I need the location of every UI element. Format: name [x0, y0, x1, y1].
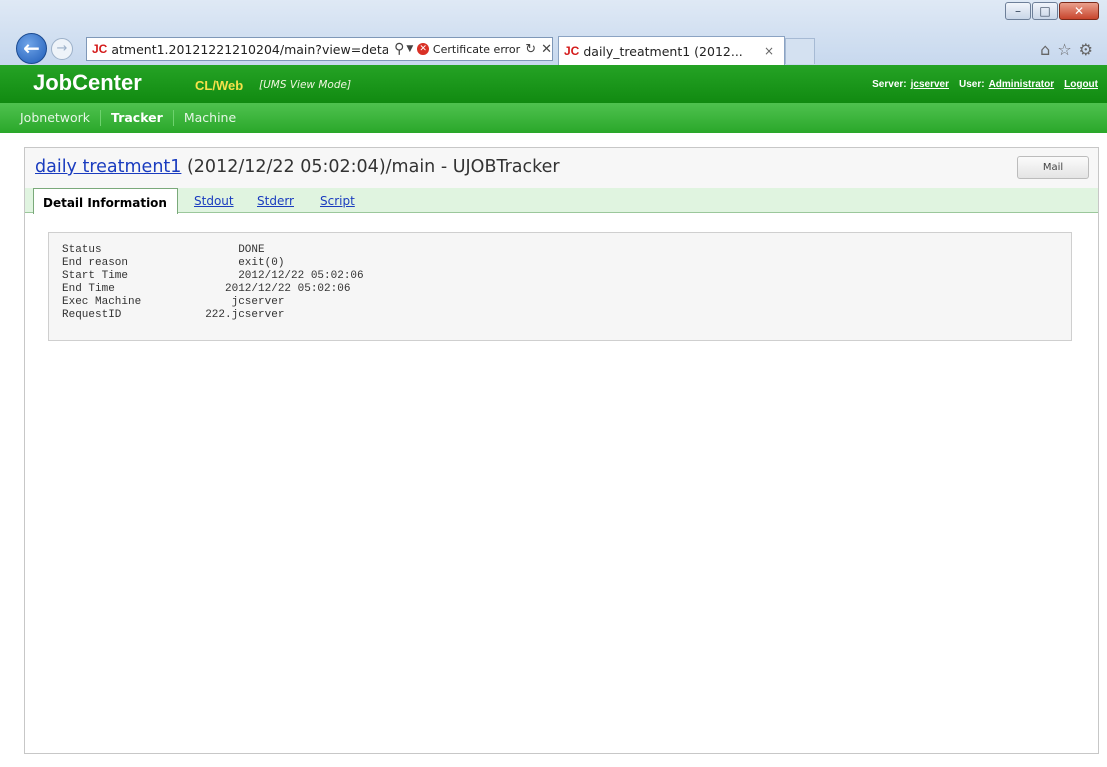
address-bar[interactable]: JC atment1.20121221210204/main?view=deta… — [86, 37, 553, 61]
tab-close-icon[interactable]: × — [764, 44, 774, 58]
job-name-link[interactable]: daily treatment1 — [35, 157, 181, 177]
detail-information-box: Status DONE End reason exit(0) Start Tim… — [48, 232, 1072, 341]
server-link[interactable]: jcserver — [911, 79, 949, 90]
stop-icon[interactable]: ✕ — [541, 42, 552, 57]
detail-value: 2012/12/22 05:02:06 — [192, 270, 364, 282]
back-arrow-icon: ← — [23, 36, 40, 60]
app-header: JobCenter CL/Web [UMS View Mode] Server:… — [0, 65, 1107, 103]
refresh-icon[interactable]: ↻ — [525, 42, 536, 57]
back-button[interactable]: ← — [16, 33, 47, 64]
browser-tools: ⌂ ☆ ⚙ — [1040, 40, 1093, 59]
site-favicon: JC — [92, 42, 108, 56]
dropdown-chevron-icon[interactable]: ▼ — [406, 44, 413, 54]
tab-favicon: JC — [564, 44, 580, 58]
maximize-icon: □ — [1039, 4, 1051, 18]
nav-item-jobnetwork[interactable]: Jobnetwork — [0, 110, 102, 126]
detail-value: 2012/12/22 05:02:06 — [192, 283, 351, 295]
detail-key: RequestID — [62, 309, 122, 321]
tab-script[interactable]: Script — [320, 194, 355, 208]
app-brand-sub: CL/Web — [195, 78, 244, 93]
view-mode-label: [UMS View Mode] — [259, 79, 352, 91]
detail-value: exit(0) — [192, 257, 285, 269]
nav-item-tracker[interactable]: Tracker — [101, 110, 174, 126]
minimize-button[interactable]: – — [1005, 2, 1031, 20]
detail-key: Start Time — [62, 270, 129, 282]
detail-row: Start Time 2012/12/22 05:02:06 — [62, 270, 1058, 283]
close-window-button[interactable]: ✕ — [1059, 2, 1099, 20]
forward-arrow-icon: → — [56, 41, 68, 56]
detail-row: Exec Machine jcserver — [62, 296, 1058, 309]
home-icon[interactable]: ⌂ — [1040, 40, 1050, 59]
browser-tab[interactable]: JC daily_treatment1 (2012... × — [558, 36, 785, 65]
tab-detail-information[interactable]: Detail Information — [33, 188, 178, 214]
detail-row: RequestID 222.jcserver — [62, 309, 1058, 322]
app-brand: JobCenter — [33, 70, 142, 95]
new-tab-button[interactable] — [785, 38, 815, 64]
certificate-error-icon[interactable]: ✕ — [417, 43, 429, 55]
panel-header: daily treatment1 (2012/12/22 05:02:04)/m… — [25, 148, 1098, 188]
close-icon: ✕ — [1073, 4, 1085, 18]
detail-row: Status DONE — [62, 244, 1058, 257]
detail-key: End reason — [62, 257, 129, 269]
tab-stdout[interactable]: Stdout — [194, 194, 234, 208]
certificate-error-label[interactable]: Certificate error — [433, 43, 520, 56]
maximize-button[interactable]: □ — [1032, 2, 1058, 20]
detail-row: End reason exit(0) — [62, 257, 1058, 270]
detail-key: Exec Machine — [62, 296, 142, 308]
window-controls: – □ ✕ — [1004, 2, 1099, 20]
detail-value: 222.jcserver — [192, 309, 285, 321]
user-bar: Server: jcserver User: Administrator Log… — [872, 79, 1098, 90]
favorites-star-icon[interactable]: ☆ — [1057, 40, 1071, 59]
detail-value: DONE — [192, 244, 265, 256]
address-url[interactable]: atment1.20121221210204/main?view=detail — [111, 42, 388, 57]
tab-title[interactable]: daily_treatment1 (2012... — [583, 44, 764, 59]
detail-value: jcserver — [192, 296, 285, 308]
forward-button[interactable]: → — [51, 38, 73, 60]
detail-key: Status — [62, 244, 102, 256]
server-label: Server: — [872, 79, 907, 90]
user-link[interactable]: Administrator — [989, 79, 1055, 90]
user-label: User: — [958, 79, 985, 90]
page-title-rest: (2012/12/22 05:02:04)/main - UJOBTracker — [181, 157, 560, 177]
mail-button[interactable]: Mail — [1017, 156, 1089, 179]
main-nav: Jobnetwork Tracker Machine — [0, 103, 1107, 133]
page-title: daily treatment1 (2012/12/22 05:02:04)/m… — [35, 157, 560, 177]
tracker-panel: daily treatment1 (2012/12/22 05:02:04)/m… — [24, 147, 1099, 754]
gear-icon[interactable]: ⚙ — [1079, 40, 1093, 59]
search-icon[interactable]: ⚲ — [394, 41, 404, 57]
logout-link[interactable]: Logout — [1064, 79, 1098, 90]
browser-chrome: – □ ✕ ← → JC atment1.20121221210204/main… — [0, 0, 1107, 65]
tab-stderr[interactable]: Stderr — [257, 194, 294, 208]
content-area: daily treatment1 (2012/12/22 05:02:04)/m… — [0, 133, 1107, 767]
minimize-icon: – — [1015, 4, 1021, 18]
tab-bar: Detail Information Stdout Stderr Script — [25, 188, 1098, 214]
detail-key: End Time — [62, 283, 115, 295]
detail-row: End Time 2012/12/22 05:02:06 — [62, 283, 1058, 296]
nav-item-machine[interactable]: Machine — [174, 110, 246, 126]
